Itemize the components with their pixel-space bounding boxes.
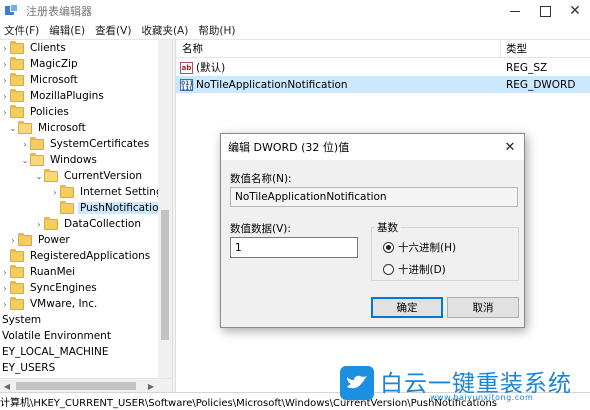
expand-arrow-icon[interactable]: ›	[0, 40, 10, 56]
collapse-arrow-icon[interactable]: ⌄	[8, 120, 18, 136]
folder-open-icon	[44, 168, 58, 182]
scrollbar-thumb[interactable]	[161, 210, 169, 340]
expand-arrow-icon[interactable]: ›	[0, 72, 10, 88]
tree-item-system[interactable]: System	[0, 312, 43, 328]
expand-arrow-icon[interactable]: ›	[0, 56, 10, 72]
collapse-arrow-icon[interactable]: ⌄	[34, 168, 44, 184]
tree-item-hkey-local-machine[interactable]: EY_LOCAL_MACHINE	[0, 344, 111, 360]
folder-icon	[10, 88, 24, 102]
menu-view[interactable]: 查看(V)	[91, 23, 137, 38]
close-button[interactable]: ✕	[560, 0, 590, 22]
cancel-button[interactable]: 取消	[447, 297, 519, 318]
folder-icon	[44, 216, 58, 230]
tree-item-clients[interactable]: › Clients	[0, 40, 68, 56]
list-item-default[interactable]: ab (默认) REG_SZ	[176, 59, 590, 76]
expand-arrow-icon[interactable]: ›	[20, 136, 30, 152]
folder-icon	[10, 264, 24, 278]
value-name-label: 数值名称(N):	[230, 173, 292, 185]
tree-item-datacollection[interactable]: › DataCollection	[34, 216, 143, 232]
binary-value-icon: 011 110	[180, 78, 194, 92]
scroll-right-icon[interactable]: ▶	[144, 379, 158, 393]
dec-radio-button[interactable]	[383, 264, 394, 275]
expand-arrow-icon[interactable]: ›	[8, 232, 18, 248]
tree-item-vmware[interactable]: › VMware, Inc.	[0, 296, 99, 312]
registry-editor-icon	[4, 3, 20, 19]
hex-radio-option[interactable]: 十六进制(H)	[383, 240, 456, 255]
scroll-left-icon[interactable]: ◀	[0, 379, 14, 393]
bird-logo-icon	[340, 366, 374, 400]
registry-tree[interactable]: › Clients › MagicZip › Microsoft › MozillaPl…	[0, 40, 172, 378]
title-bar: 注册表编辑器 ✕	[0, 0, 590, 22]
tree-item-policies-microsoft[interactable]: ⌄ Microsoft	[8, 120, 88, 136]
expand-arrow-icon[interactable]: ›	[0, 280, 10, 296]
string-value-icon: ab	[180, 61, 193, 74]
dec-radio-option[interactable]: 十进制(D)	[383, 262, 446, 277]
value-data-label: 数值数据(V):	[230, 223, 291, 235]
tree-item-policies[interactable]: › Policies	[0, 104, 71, 120]
tree-item-syncengines[interactable]: › SyncEngines	[0, 280, 99, 296]
value-name-field: NoTileApplicationNotification	[230, 187, 518, 207]
window-title: 注册表编辑器	[26, 5, 92, 18]
column-divider[interactable]	[500, 40, 501, 58]
expand-arrow-icon[interactable]: ›	[0, 104, 10, 120]
tree-item-mozillaplugins[interactable]: › MozillaPlugins	[0, 88, 106, 104]
watermark-url: www.baiyunxitong.com	[430, 393, 534, 402]
tree-item-ruanmei[interactable]: › RuanMei	[0, 264, 77, 280]
menu-favorites[interactable]: 收藏夹(A)	[137, 23, 194, 38]
column-header-name[interactable]: 名称	[182, 41, 203, 56]
expand-arrow-icon[interactable]: ›	[34, 216, 44, 232]
edit-dword-dialog: 编辑 DWORD (32 位)值 ✕ 数值名称(N): NoTileApplic…	[220, 133, 525, 328]
tree-item-registeredapplications[interactable]: RegisteredApplications	[0, 248, 152, 264]
tree-item-systemcertificates[interactable]: › SystemCertificates	[20, 136, 151, 152]
column-header-type[interactable]: 类型	[506, 41, 527, 56]
expand-arrow-icon[interactable]: ›	[0, 88, 10, 104]
folder-icon	[10, 296, 24, 310]
dialog-close-button[interactable]: ✕	[502, 139, 518, 155]
tree-item-windows[interactable]: ⌄ Windows	[20, 152, 99, 168]
tree-item-pushnotifications[interactable]: PushNotifications	[50, 200, 172, 216]
folder-open-icon	[30, 152, 44, 166]
folder-icon	[10, 104, 24, 118]
menu-help[interactable]: 帮助(H)	[194, 23, 241, 38]
folder-icon	[10, 248, 24, 262]
hex-radio-button[interactable]	[383, 242, 394, 253]
dialog-title-bar: 编辑 DWORD (32 位)值 ✕	[221, 134, 524, 160]
folder-open-icon	[18, 120, 32, 134]
expand-arrow-icon[interactable]: ›	[50, 184, 60, 200]
value-data-input[interactable]	[230, 237, 358, 258]
folder-icon	[18, 232, 32, 246]
tree-item-power[interactable]: › Power	[8, 232, 72, 248]
dialog-title: 编辑 DWORD (32 位)值	[228, 141, 350, 154]
watermark: 白云一键重装系统 www.baiyunxitong.com	[340, 364, 590, 404]
minimize-button[interactable]	[500, 0, 530, 22]
expand-arrow-icon[interactable]: ›	[0, 264, 10, 280]
scrollbar-thumb[interactable]	[16, 382, 136, 390]
folder-icon	[60, 200, 74, 214]
menu-bar: 文件(F) 编辑(E) 查看(V) 收藏夹(A) 帮助(H)	[0, 22, 590, 40]
collapse-arrow-icon[interactable]: ⌄	[20, 152, 30, 168]
list-header: 名称 类型	[176, 40, 590, 58]
tree-item-currentversion[interactable]: ⌄ CurrentVersion	[34, 168, 144, 184]
maximize-button[interactable]	[530, 0, 560, 22]
tree-item-hkey-users[interactable]: EY_USERS	[0, 360, 57, 376]
tree-item-magiczip[interactable]: › MagicZip	[0, 56, 80, 72]
menu-edit[interactable]: 编辑(E)	[45, 23, 91, 38]
tree-vertical-scrollbar[interactable]	[158, 40, 172, 378]
list-item-notileapplicationnotification[interactable]: 011 110 NoTileApplicationNotification RE…	[176, 76, 590, 93]
tree-item-microsoft[interactable]: › Microsoft	[0, 72, 80, 88]
folder-icon	[10, 56, 24, 70]
folder-icon	[60, 184, 74, 198]
tree-horizontal-scrollbar[interactable]: ◀ ▶	[0, 378, 172, 392]
tree-item-volatile-environment[interactable]: Volatile Environment	[0, 328, 113, 344]
folder-icon	[30, 136, 44, 150]
tree-item-internet-settings[interactable]: › Internet Settings	[50, 184, 170, 200]
folder-icon	[10, 72, 24, 86]
folder-icon	[10, 40, 24, 54]
folder-icon	[10, 280, 24, 294]
base-group-title: 基数	[374, 220, 401, 235]
menu-file[interactable]: 文件(F)	[0, 23, 45, 38]
ok-button[interactable]: 确定	[371, 297, 443, 318]
expand-arrow-icon[interactable]: ›	[0, 296, 10, 312]
